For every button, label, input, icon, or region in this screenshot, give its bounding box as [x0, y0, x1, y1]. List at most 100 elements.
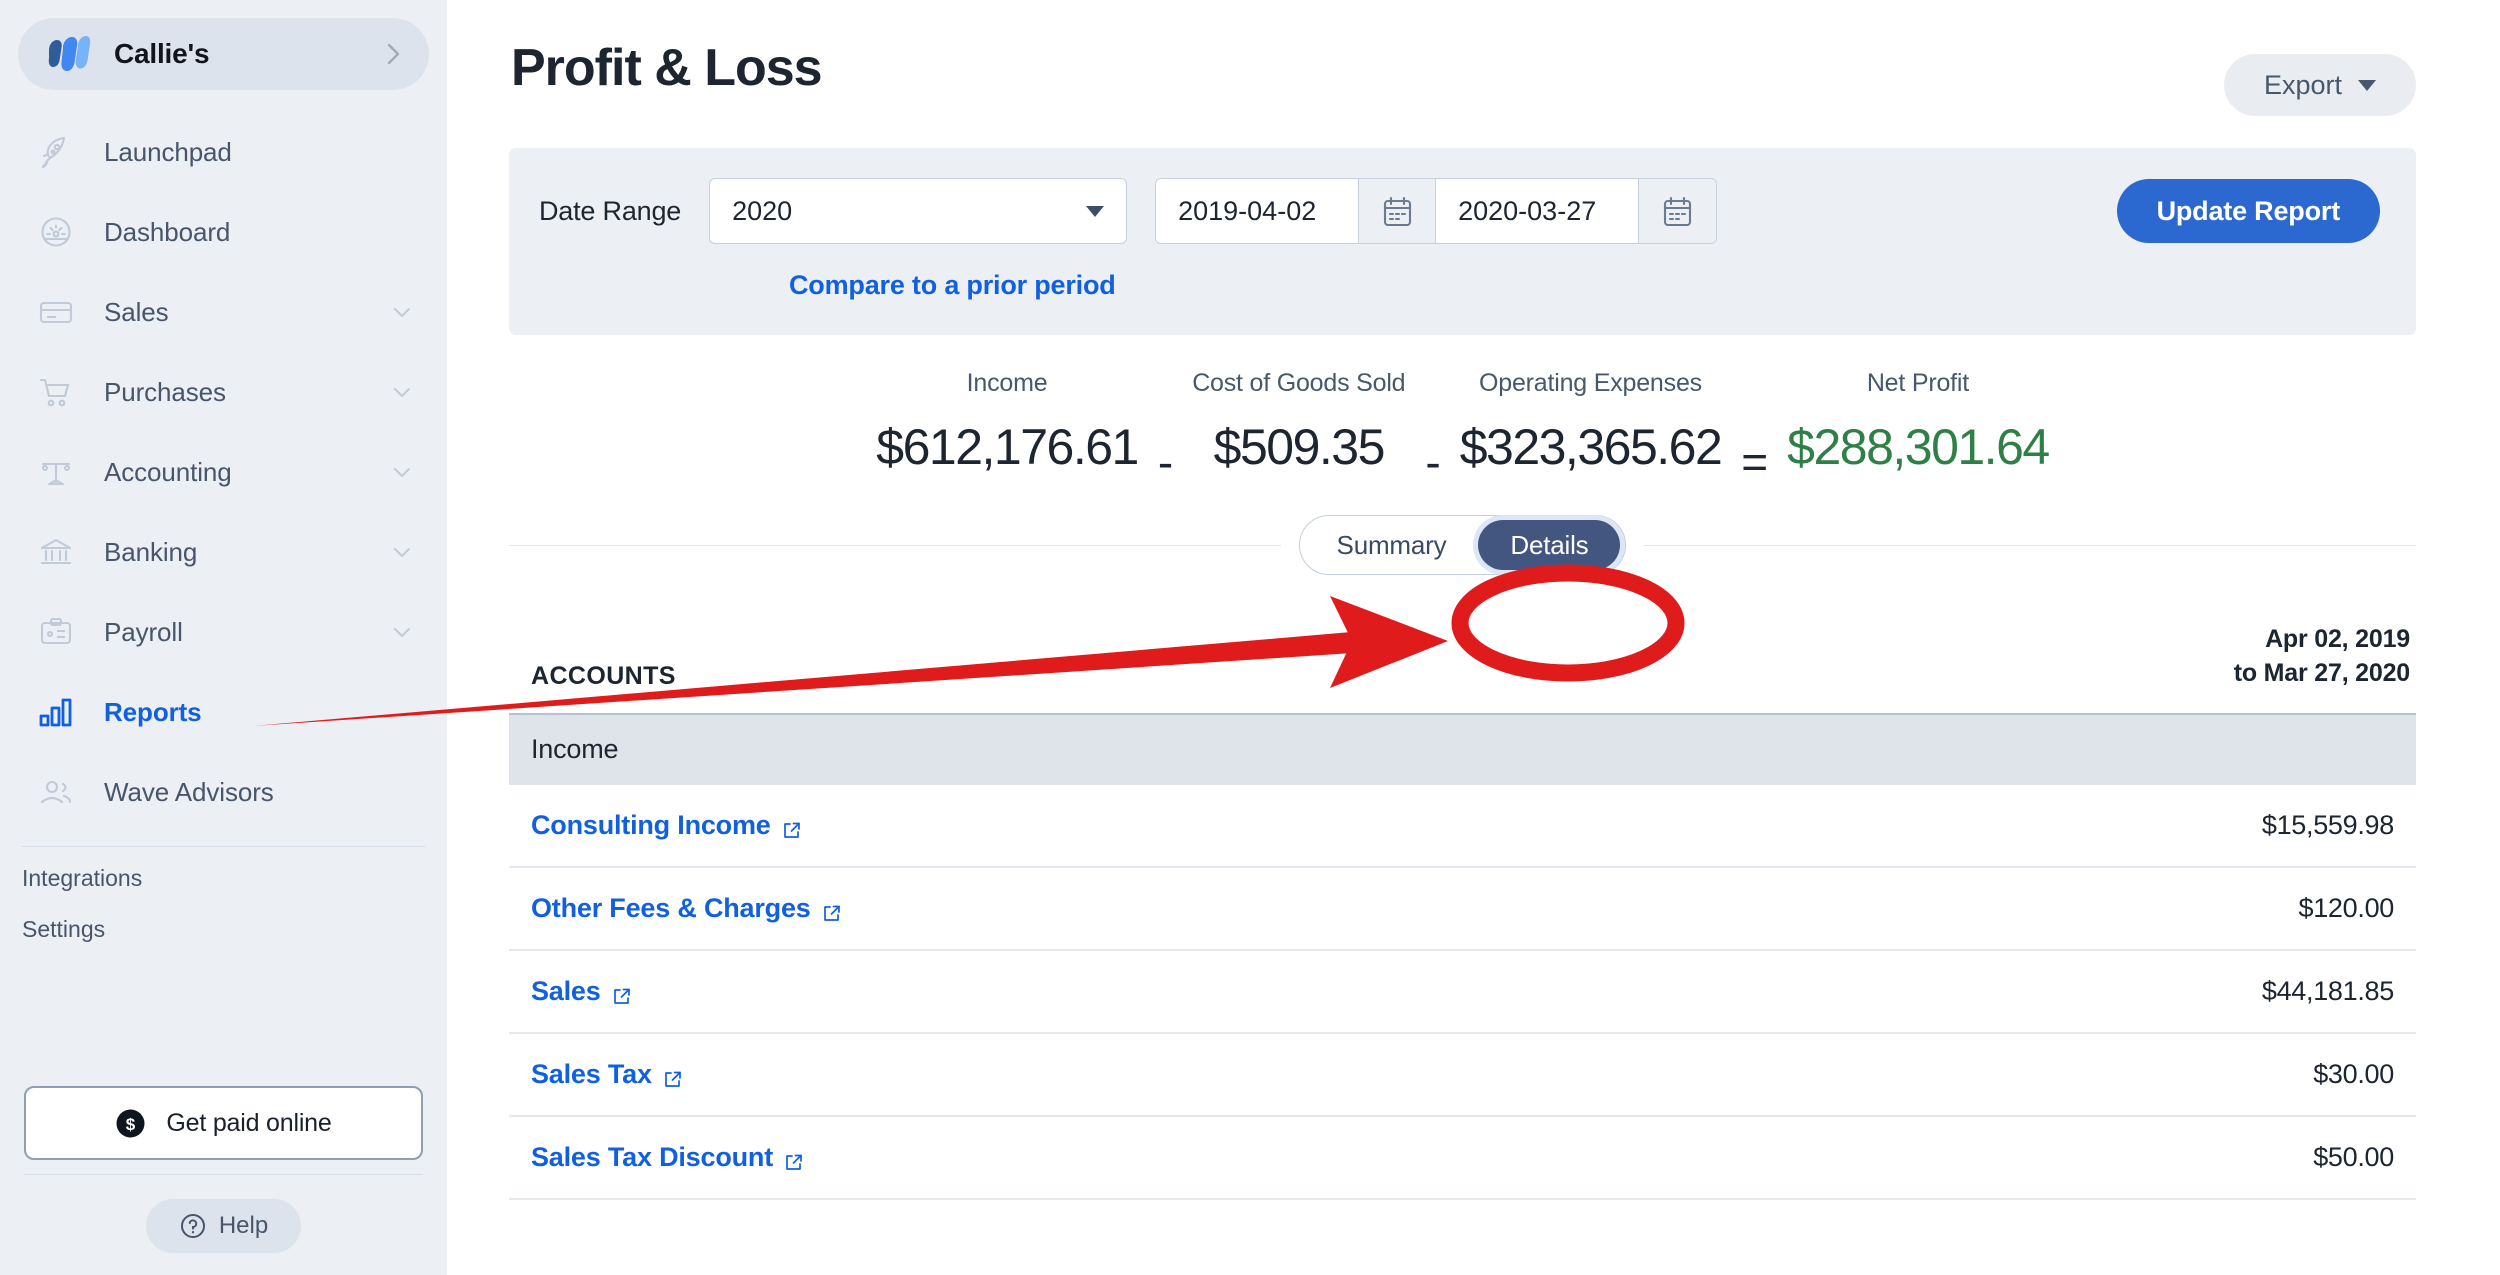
sidebar-item-label: Payroll: [104, 616, 183, 647]
sidebar-item-reports[interactable]: Reports: [0, 672, 447, 752]
page-header: Profit & Loss Export: [509, 0, 2416, 116]
calendar-icon: [1662, 195, 1693, 228]
table-row: Other Fees & Charges $120.00: [509, 868, 2416, 951]
sidebar-item-settings[interactable]: Settings: [22, 898, 447, 949]
filter-row: Date Range 2020 2019-04-02 2020-03-27 Up…: [539, 178, 2380, 244]
account-amount: $30.00: [2313, 1058, 2394, 1089]
summary-label: Operating Expenses: [1479, 369, 1702, 397]
sidebar-item-integrations[interactable]: Integrations: [22, 847, 447, 898]
view-tabs-row: Summary Details: [509, 515, 2417, 575]
table-row: Sales Tax Discount $50.00: [509, 1117, 2416, 1200]
get-paid-online-button[interactable]: $ Get paid online: [24, 1086, 423, 1160]
account-amount: $44,181.85: [2261, 975, 2394, 1006]
question-circle-icon: [179, 1212, 207, 1240]
section-header-income: Income: [509, 712, 2416, 785]
summary-equation: Income $612,176.61 - Cost of Goods Sold …: [509, 335, 2416, 489]
external-link-icon: [663, 1065, 682, 1087]
chevron-down-icon[interactable]: [391, 621, 413, 643]
update-report-button[interactable]: Update Report: [2116, 179, 2380, 243]
section-name: Income: [531, 734, 619, 764]
sidebar-item-label: Purchases: [104, 376, 226, 407]
sidebar-item-label: Reports: [104, 696, 202, 727]
account-amount: $50.00: [2313, 1141, 2394, 1172]
gauge-icon: [36, 212, 76, 252]
sidebar-item-payroll[interactable]: Payroll: [0, 592, 447, 672]
column-header-accounts: ACCOUNTS: [531, 661, 676, 690]
rocket-icon: [36, 132, 76, 172]
sidebar-secondary-links: Integrations Settings: [0, 847, 447, 949]
tab-details[interactable]: Details: [1478, 520, 1621, 570]
account-label: Consulting Income: [531, 809, 771, 840]
account-link[interactable]: Sales Tax: [531, 1059, 682, 1090]
summary-cogs: Cost of Goods Sold $509.35: [1192, 369, 1405, 476]
external-link-icon: [782, 816, 801, 838]
account-link[interactable]: Sales Tax Discount: [531, 1142, 803, 1173]
external-link-icon: [784, 1148, 803, 1170]
sidebar-item-accounting[interactable]: Accounting: [0, 432, 447, 512]
cart-icon: [36, 372, 76, 412]
sidebar-item-wave-advisors[interactable]: Wave Advisors: [0, 752, 447, 832]
export-button[interactable]: Export: [2223, 54, 2416, 116]
divider-left: [509, 544, 1281, 546]
sidebar-item-label: Sales: [104, 296, 169, 327]
chevron-right-icon: [385, 39, 403, 69]
end-date-input[interactable]: 2020-03-27: [1436, 179, 1639, 243]
operator-minus-1: -: [1157, 436, 1173, 488]
summary-income: Income $612,176.61: [876, 369, 1139, 476]
summary-value: $288,301.64: [1787, 419, 2050, 475]
sidebar-item-banking[interactable]: Banking: [0, 512, 447, 592]
caret-down-icon: [1086, 205, 1105, 217]
scale-icon: [36, 452, 76, 492]
end-date-calendar-button[interactable]: [1638, 179, 1717, 243]
account-label: Sales Tax: [531, 1058, 652, 1089]
main-navigation: Launchpad Dashboard Sales Purchases Acco…: [0, 112, 447, 832]
chevron-down-icon[interactable]: [391, 381, 413, 403]
sidebar-item-launchpad[interactable]: Launchpad: [0, 112, 447, 192]
external-link-icon: [822, 899, 841, 921]
summary-value: $612,176.61: [876, 419, 1139, 475]
account-label: Sales Tax Discount: [531, 1141, 773, 1172]
caret-down-icon: [2358, 79, 2376, 91]
get-paid-label: Get paid online: [166, 1108, 332, 1137]
start-date-calendar-button[interactable]: [1358, 179, 1437, 243]
account-link[interactable]: Other Fees & Charges: [531, 893, 841, 924]
summary-value: $323,365.62: [1459, 419, 1723, 475]
chevron-down-icon[interactable]: [391, 301, 413, 323]
start-date-input[interactable]: 2019-04-02: [1156, 179, 1359, 243]
sidebar-item-purchases[interactable]: Purchases: [0, 352, 447, 432]
divider-right: [1644, 544, 2417, 546]
report-filters-panel: Date Range 2020 2019-04-02 2020-03-27 Up…: [509, 148, 2416, 335]
business-switcher[interactable]: Callie's: [18, 18, 429, 90]
export-label: Export: [2263, 69, 2342, 100]
wave-logo-icon: [46, 34, 92, 74]
sidebar-item-dashboard[interactable]: Dashboard: [0, 192, 447, 272]
period-line-1: Apr 02, 2019: [2265, 625, 2410, 653]
sidebar-item-sales[interactable]: Sales: [0, 272, 447, 352]
chevron-down-icon[interactable]: [391, 461, 413, 483]
column-header-period: Apr 02, 2019 to Mar 27, 2020: [2234, 623, 2410, 691]
summary-net-profit: Net Profit $288,301.64: [1787, 369, 2050, 476]
sidebar-item-label: Banking: [104, 536, 198, 567]
account-link[interactable]: Sales: [531, 976, 631, 1007]
sidebar-item-label: Launchpad: [104, 136, 232, 167]
summary-label: Income: [966, 369, 1048, 397]
period-select[interactable]: 2020: [709, 178, 1128, 244]
compare-prior-period-link[interactable]: Compare to a prior period: [789, 270, 1116, 301]
period-select-value: 2020: [732, 195, 793, 226]
tab-summary[interactable]: Summary: [1305, 520, 1479, 570]
footer-divider: [24, 1174, 423, 1175]
sidebar-item-label: Dashboard: [104, 216, 231, 247]
svg-text:$: $: [126, 1115, 136, 1134]
table-row: Sales Tax $30.00: [509, 1034, 2416, 1117]
period-line-2: to Mar 27, 2020: [2233, 658, 2410, 687]
account-label: Other Fees & Charges: [531, 892, 811, 923]
account-link[interactable]: Consulting Income: [531, 810, 801, 841]
summary-label: Cost of Goods Sold: [1192, 369, 1406, 397]
bank-icon: [36, 532, 76, 572]
operator-minus-2: -: [1425, 436, 1440, 488]
summary-label: Net Profit: [1866, 369, 1970, 397]
people-icon: [36, 772, 76, 812]
chevron-down-icon[interactable]: [391, 541, 413, 563]
date-range-inputs: 2019-04-02 2020-03-27: [1155, 178, 1718, 244]
help-button[interactable]: Help: [146, 1199, 301, 1253]
